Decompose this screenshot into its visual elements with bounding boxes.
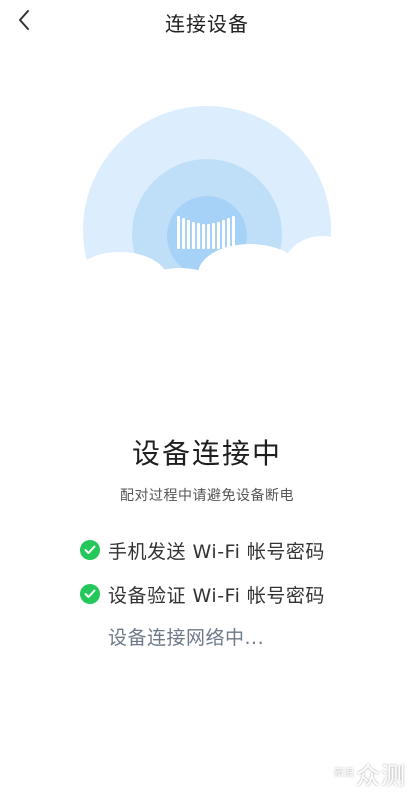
step-label: 手机发送 Wi-Fi 帐号密码: [108, 540, 325, 563]
step-item-send: 手机发送 Wi-Fi 帐号密码: [80, 535, 325, 565]
status-subtitle: 配对过程中请避免设备断电: [120, 488, 294, 504]
watermark-small-text: 新浪: [334, 768, 354, 779]
checkmark-icon: [80, 584, 100, 604]
watermark: 新浪 众测: [334, 756, 406, 791]
page-title: 连接设备: [165, 12, 249, 36]
step-label: 设备验证 Wi-Fi 帐号密码: [108, 584, 325, 607]
watermark-big-text: 众测: [356, 762, 406, 790]
step-item-connecting: 设备连接网络中...: [108, 627, 265, 649]
checkmark-icon: [80, 540, 100, 560]
nav-bar: 连接设备: [0, 0, 414, 44]
step-item-verify: 设备验证 Wi-Fi 帐号密码: [80, 579, 325, 609]
status-title: 设备连接中: [131, 437, 282, 470]
device-connecting-illustration: [0, 100, 414, 354]
